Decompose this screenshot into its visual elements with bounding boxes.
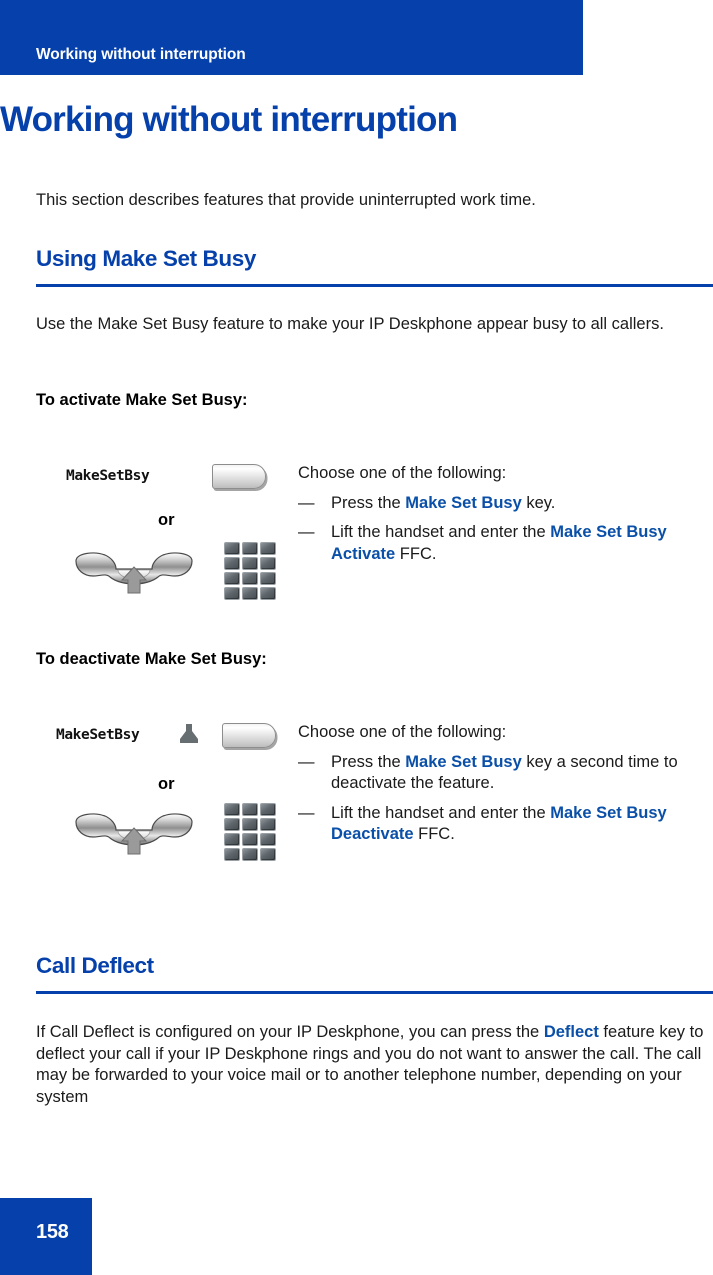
step-text: Press the Make Set Busy key a second tim…	[331, 752, 710, 795]
dialpad-key	[242, 848, 258, 861]
procedure-lead-text: Choose one of the following:	[298, 723, 507, 741]
procedure-step: — Press the Make Set Busy key a second t…	[298, 752, 710, 795]
step-text-part: FFC.	[413, 825, 455, 843]
lift-handset-icon	[72, 812, 196, 857]
step-dash: —	[298, 493, 315, 512]
page-number: 158	[36, 1221, 69, 1243]
dialpad-key	[260, 833, 276, 846]
page-title: Working without interruption	[0, 100, 458, 139]
step-dash: —	[298, 523, 315, 541]
make-set-busy-feature-key[interactable]	[222, 723, 276, 748]
dialpad-key	[242, 542, 258, 555]
procedure-step: — Press the Make Set Busy key.	[298, 493, 710, 515]
step-keyword: Make Set Busy	[405, 752, 522, 771]
running-header-title: Working without interruption	[36, 46, 246, 63]
procedure-steps-activate: Choose one of the following: — Press the…	[298, 463, 710, 573]
dialpad-key	[260, 848, 276, 861]
dialpad-key	[242, 833, 258, 846]
procedure-title-deactivate: To deactivate Make Set Busy:	[36, 650, 267, 668]
step-text-part: Lift the handset and enter the	[331, 803, 551, 822]
section-body-using-make-set-busy: Use the Make Set Busy feature to make yo…	[36, 315, 664, 333]
dialpad-key	[260, 803, 276, 816]
make-set-busy-feature-key[interactable]	[212, 464, 266, 489]
section-rule	[36, 284, 713, 287]
dialpad-icon	[224, 803, 276, 861]
step-text: Press the Make Set Busy key.	[331, 493, 710, 515]
chapter-intro-paragraph: This section describes features that pro…	[36, 191, 536, 209]
step-keyword: Make Set Busy	[405, 493, 522, 512]
lift-handset-svg	[75, 552, 193, 594]
section-body-call-deflect: If Call Deflect is configured on your IP…	[36, 1022, 713, 1108]
procedure-lead-text: Choose one of the following:	[298, 464, 507, 482]
dialpad-key	[260, 818, 276, 831]
dialpad-key	[224, 557, 240, 570]
lcd-feature-label: MakeSetBsy	[56, 727, 140, 743]
step-text-part: Lift the handset and enter the	[331, 523, 551, 541]
lift-handset-icon	[72, 551, 196, 596]
dialpad-key	[242, 587, 258, 600]
dialpad-key	[224, 542, 240, 555]
dialpad-key	[260, 542, 276, 555]
procedure-title-activate: To activate Make Set Busy:	[36, 391, 248, 409]
led-indicator-icon	[178, 723, 200, 745]
procedure-step: — Lift the handset and enter the Make Se…	[298, 522, 710, 565]
step-text: Lift the handset and enter the Make Set …	[331, 522, 710, 565]
dialpad-key	[224, 572, 240, 585]
dialpad-key	[224, 848, 240, 861]
dialpad-key	[224, 833, 240, 846]
step-dash: —	[298, 803, 315, 822]
dialpad-icon	[224, 542, 276, 600]
dialpad-key	[242, 557, 258, 570]
section-heading-call-deflect: Call Deflect	[36, 953, 154, 978]
dialpad-key	[260, 557, 276, 570]
dialpad-key	[242, 803, 258, 816]
dialpad-key	[224, 818, 240, 831]
dialpad-key	[242, 572, 258, 585]
lift-handset-svg	[75, 813, 193, 855]
dialpad-key	[224, 803, 240, 816]
step-text-part: FFC.	[395, 544, 437, 563]
lcd-feature-label: MakeSetBsy	[66, 468, 150, 484]
or-separator-label: or	[158, 511, 175, 529]
step-dash: —	[298, 752, 315, 771]
dialpad-key	[224, 587, 240, 600]
body-keyword-deflect: Deflect	[543, 1023, 599, 1041]
body-text-part: If Call Deflect is configured on your IP…	[36, 1023, 544, 1041]
or-separator-label: or	[158, 775, 175, 793]
step-text-part: key.	[521, 493, 556, 512]
section-rule	[36, 991, 713, 994]
dialpad-key	[260, 572, 276, 585]
procedure-steps-deactivate: Choose one of the following: — Press the…	[298, 722, 710, 854]
section-heading-using-make-set-busy: Using Make Set Busy	[36, 246, 256, 271]
led-indicator-svg	[180, 724, 198, 743]
step-text: Lift the handset and enter the Make Set …	[331, 803, 710, 846]
running-header-banner: Working without interruption	[0, 0, 583, 75]
step-text-part: Press the	[331, 752, 406, 771]
dialpad-key	[260, 587, 276, 600]
step-text-part: Press the	[331, 493, 406, 512]
procedure-step: — Lift the handset and enter the Make Se…	[298, 803, 710, 846]
dialpad-key	[242, 818, 258, 831]
